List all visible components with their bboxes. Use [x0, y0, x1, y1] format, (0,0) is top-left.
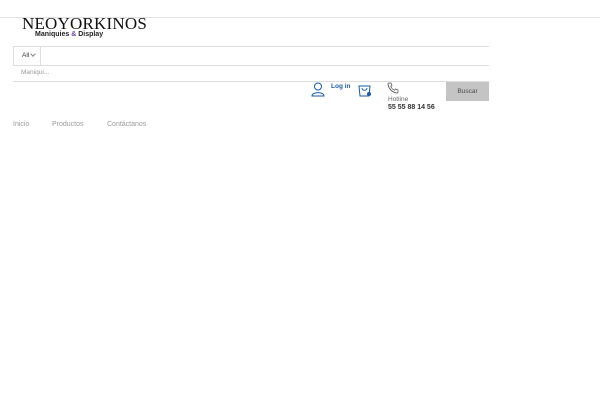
search-input[interactable] — [13, 64, 489, 82]
nav-item-productos[interactable]: Productos — [52, 121, 84, 128]
category-select-value: All — [22, 52, 30, 59]
phone-icon — [387, 82, 399, 94]
logo-title: NEOYORKINOS — [22, 14, 147, 33]
nav-item-inicio[interactable]: Inicio — [13, 121, 29, 128]
search-button[interactable]: Buscar — [446, 82, 489, 101]
nav-item-contactanos[interactable]: Contáctanos — [107, 121, 146, 128]
hotline-number[interactable]: 55 55 88 14 56 — [388, 104, 435, 111]
chevron-down-icon — [30, 51, 36, 57]
user-icon[interactable] — [311, 82, 325, 97]
shopping-bag-icon[interactable] — [357, 82, 372, 97]
logo-tagline: Maniquies & Display — [35, 31, 104, 38]
category-select[interactable]: All — [13, 47, 41, 65]
login-link[interactable]: Log in — [331, 83, 351, 90]
site-logo[interactable]: NEOYORKINOS Maniquies & Display — [22, 14, 147, 38]
hotline-label: Hotline — [388, 96, 409, 103]
search-category-bar: All — [13, 46, 489, 66]
